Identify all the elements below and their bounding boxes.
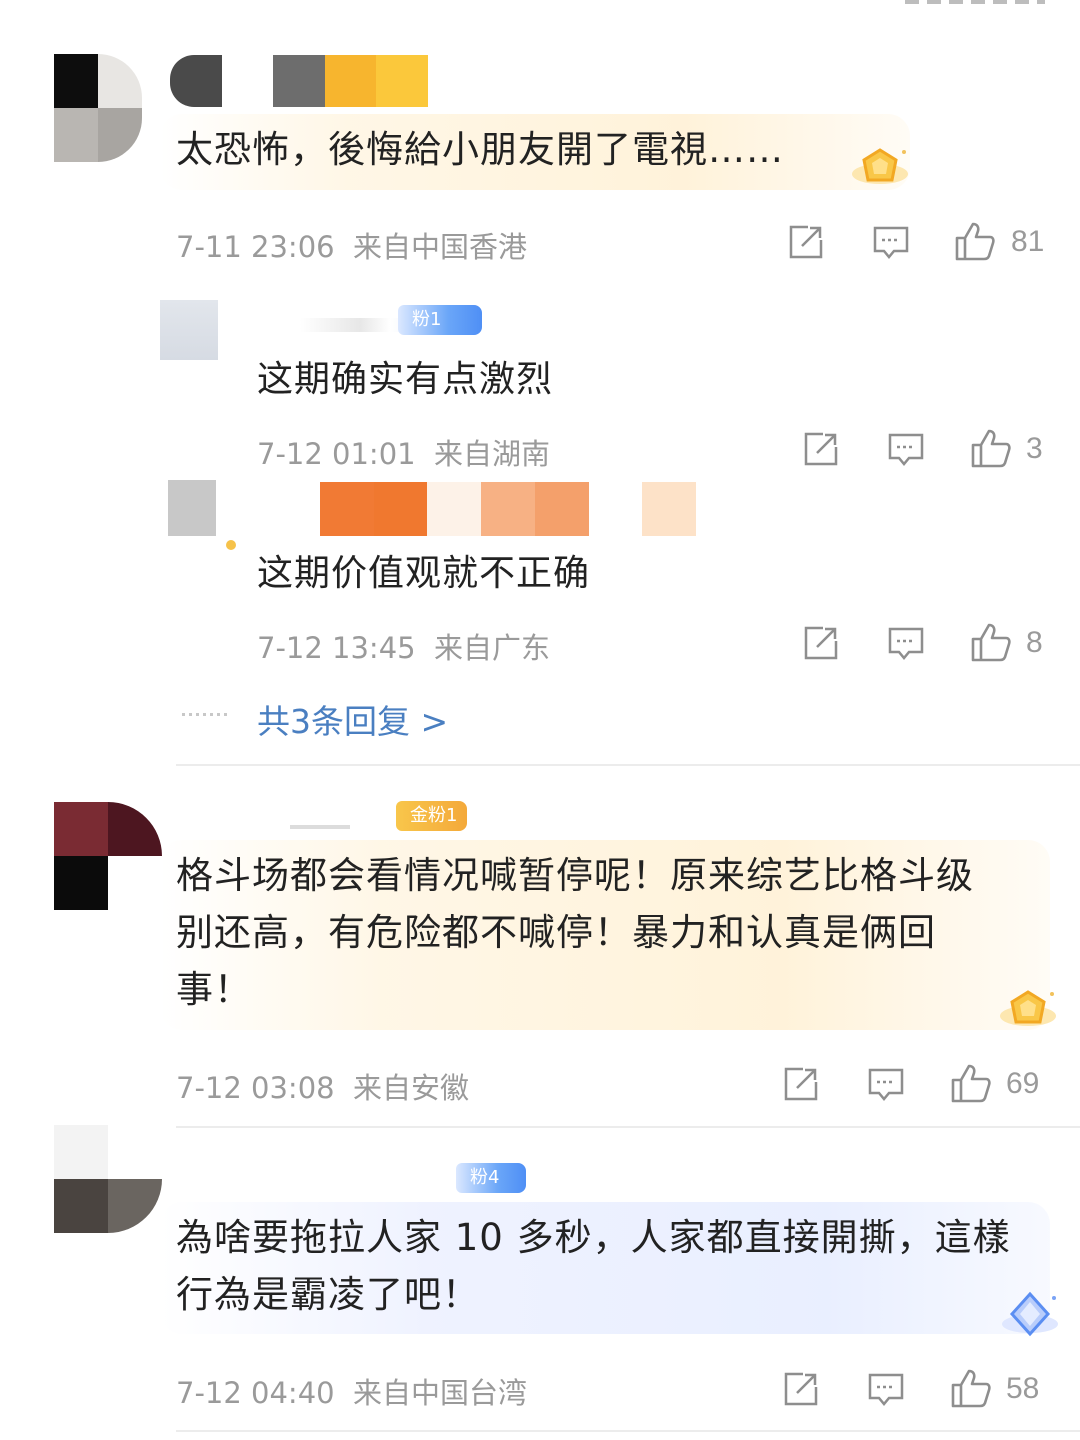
share-icon[interactable] xyxy=(783,1371,819,1407)
comment-location: 来自中国台湾 xyxy=(353,1376,528,1410)
comment-meta: 7-11 23:06 来自中国香港 xyxy=(176,224,527,266)
comment-text-line: 事！ xyxy=(176,968,252,1011)
share-icon[interactable] xyxy=(783,1066,819,1102)
avatar[interactable] xyxy=(168,480,216,536)
comment-text-line: 别还高，有危险都不喊停！暴力和认真是俩回 xyxy=(176,911,936,954)
fan-badge: 金粉1 xyxy=(396,801,468,831)
like-count: 58 xyxy=(1006,1372,1040,1405)
reply-text: 这期价值观就不正确 xyxy=(257,553,591,594)
more-replies-dots xyxy=(182,713,230,716)
reply-meta: 7-12 13:45 来自广东 xyxy=(257,625,550,667)
reply-time: 7-12 13:45 xyxy=(257,631,416,665)
comment-location: 来自安徽 xyxy=(353,1071,470,1105)
like-icon[interactable] xyxy=(970,427,1012,469)
avatar[interactable] xyxy=(54,1125,162,1233)
more-replies-link[interactable]: 共3条回复 > xyxy=(257,695,448,743)
comment-location: 来自中国香港 xyxy=(353,230,528,264)
share-icon[interactable] xyxy=(803,431,839,467)
like-count: 69 xyxy=(1006,1067,1040,1100)
fan-badge: 粉1 xyxy=(398,305,482,335)
reply-location: 来自广东 xyxy=(434,631,551,665)
divider xyxy=(176,1430,1080,1432)
comment-icon[interactable] xyxy=(887,431,925,469)
reply-text: 这期确实有点激烈 xyxy=(257,359,554,400)
like-icon[interactable] xyxy=(950,1062,992,1104)
reply-meta: 7-12 01:01 来自湖南 xyxy=(257,431,550,473)
comment-text-line: 為啥要拖拉人家 10 多秒，人家都直接開撕，這樣 xyxy=(176,1216,1011,1259)
share-icon[interactable] xyxy=(803,625,839,661)
reply-time: 7-12 01:01 xyxy=(257,437,416,471)
avatar[interactable] xyxy=(160,300,218,360)
comment-meta: 7-12 04:40 来自中国台湾 xyxy=(176,1370,527,1412)
top-cutoff-text xyxy=(905,0,1055,12)
comment-time: 7-11 23:06 xyxy=(176,230,335,264)
blue-diamond-badge-icon xyxy=(1002,1291,1058,1337)
like-count: 81 xyxy=(1011,225,1045,258)
avatar-dot xyxy=(226,540,236,550)
gold-diamond-badge-icon xyxy=(1000,990,1056,1026)
like-icon[interactable] xyxy=(970,621,1012,663)
divider xyxy=(176,1126,1080,1128)
avatar[interactable] xyxy=(54,802,162,910)
divider xyxy=(176,764,1080,766)
avatar[interactable] xyxy=(54,54,142,162)
comment-text-line: 格斗场都会看情况喊暂停呢！原来综艺比格斗级 xyxy=(176,854,974,897)
comment-time: 7-12 03:08 xyxy=(176,1071,335,1105)
username-mosaic[interactable] xyxy=(320,482,696,536)
share-icon[interactable] xyxy=(788,224,824,260)
comment-text: 太恐怖，後悔給小朋友開了電視…… xyxy=(176,128,784,171)
gold-diamond-badge-icon xyxy=(852,148,908,184)
username-mosaic[interactable] xyxy=(170,55,428,107)
comment-text-line: 行為是霸凌了吧！ xyxy=(176,1273,480,1316)
like-count: 3 xyxy=(1026,432,1043,465)
like-icon[interactable] xyxy=(950,1367,992,1409)
like-count: 8 xyxy=(1026,626,1043,659)
like-icon[interactable] xyxy=(954,220,996,262)
fan-badge: 粉4 xyxy=(456,1163,526,1193)
username-mosaic[interactable] xyxy=(290,825,350,829)
comment-icon[interactable] xyxy=(867,1371,905,1409)
comment-time: 7-12 04:40 xyxy=(176,1376,335,1410)
comment-icon[interactable] xyxy=(872,224,910,262)
comment-icon[interactable] xyxy=(887,625,925,663)
comment-icon[interactable] xyxy=(867,1066,905,1104)
comment-meta: 7-12 03:08 来自安徽 xyxy=(176,1065,469,1107)
reply-location: 来自湖南 xyxy=(434,437,551,471)
